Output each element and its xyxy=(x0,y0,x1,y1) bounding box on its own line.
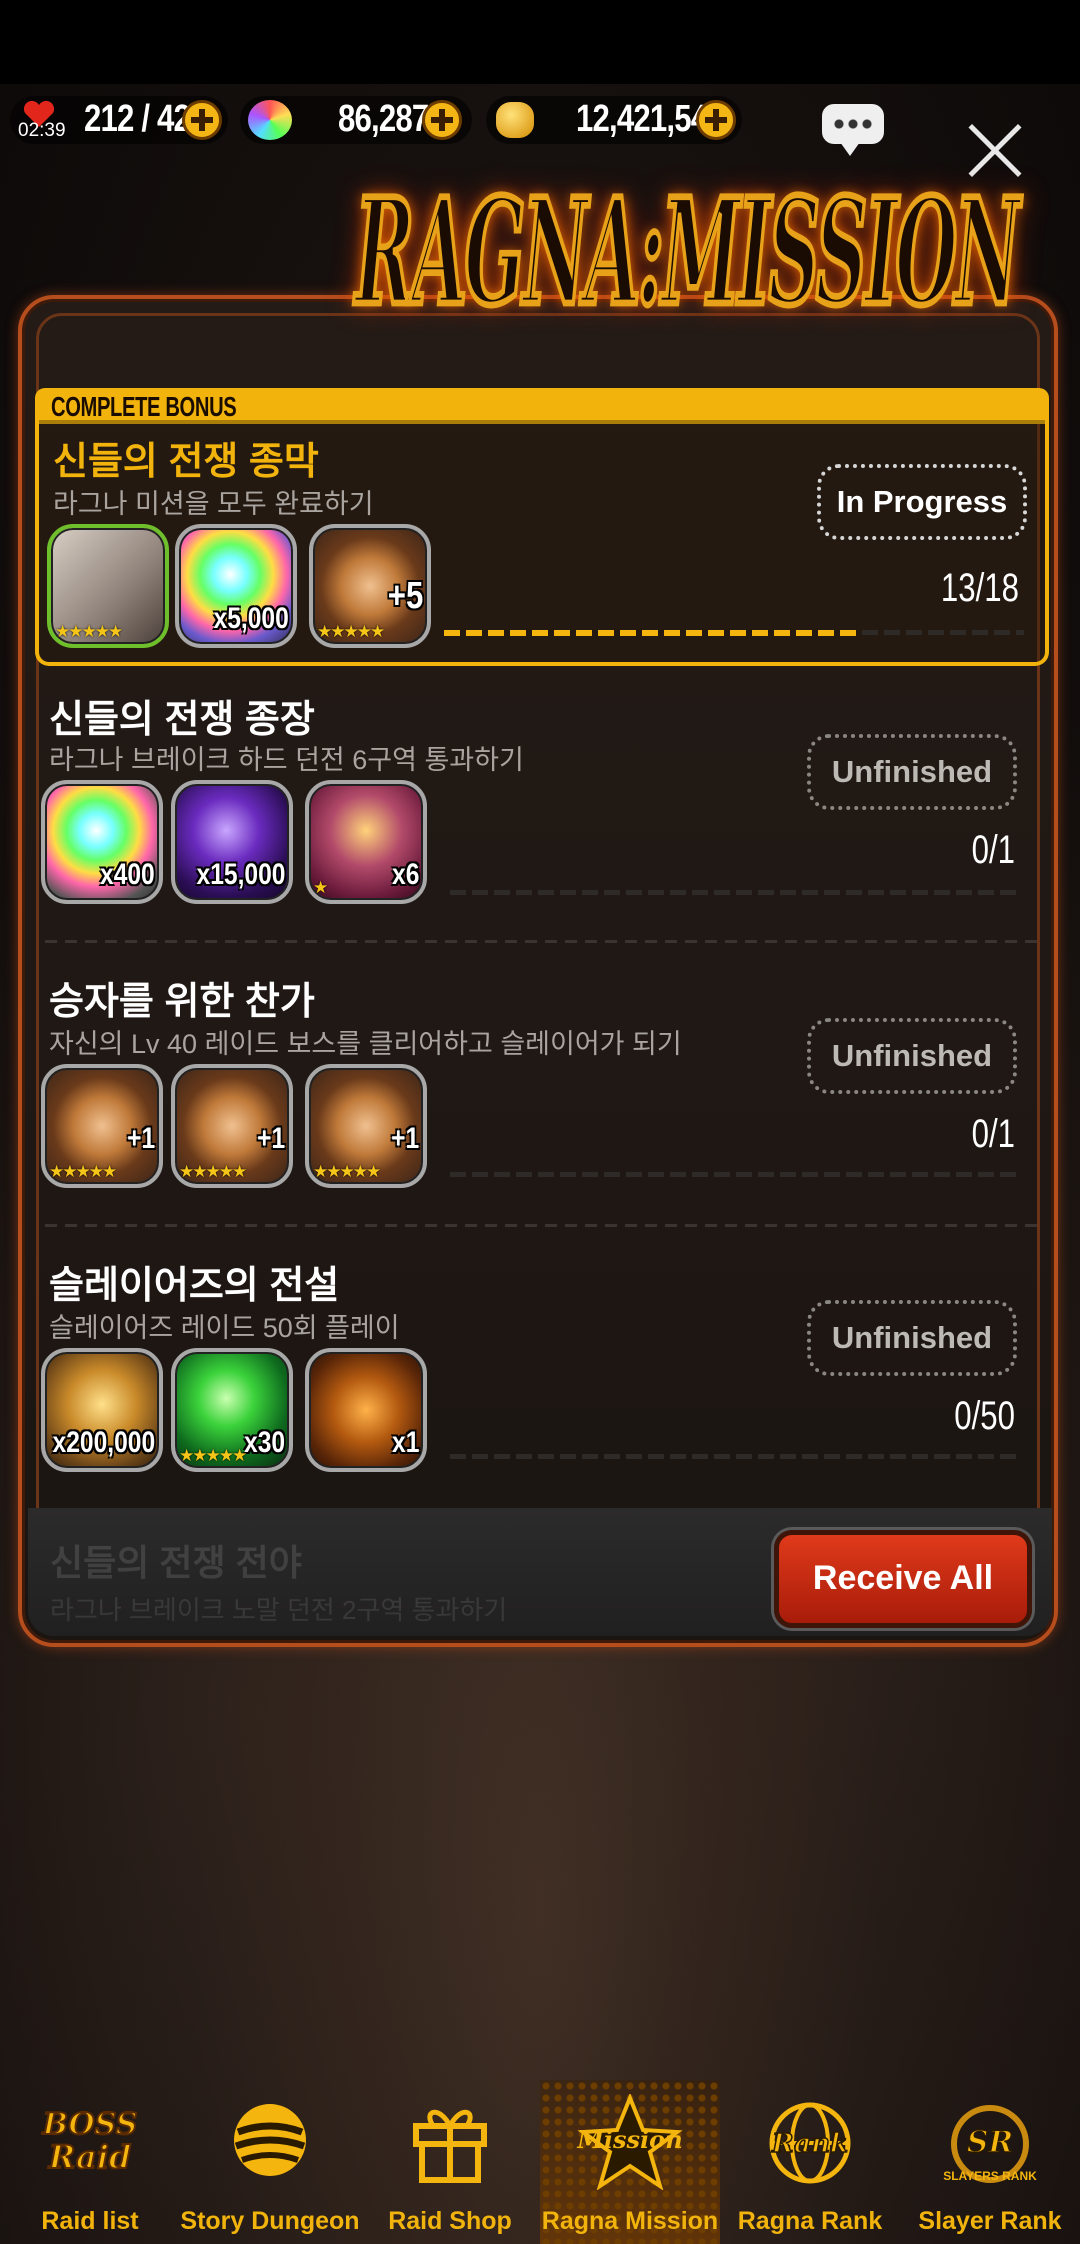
divider xyxy=(45,1224,1045,1227)
progress-track xyxy=(450,890,1020,895)
ghost-mission-title: 신들의 전쟁 전야 xyxy=(50,1542,302,1583)
nav-item-ragna-rank[interactable]: Rank Ragna Rank xyxy=(720,2080,900,2244)
reward-enhance-ring[interactable]: +1 ★★★★★ xyxy=(41,1064,163,1188)
progress-fill xyxy=(444,630,862,636)
nav-label: Slayer Rank xyxy=(918,2207,1062,2235)
divider xyxy=(45,940,1045,943)
progress-count: 0/50 xyxy=(954,1394,1015,1438)
reward-rainbow-gem[interactable]: x400 xyxy=(41,780,163,904)
nav-label: Ragna Rank xyxy=(737,2207,883,2235)
svg-text:SR: SR xyxy=(967,2125,1014,2160)
mission-title: 신들의 전쟁 종막 xyxy=(53,441,319,483)
svg-text:Rank: Rank xyxy=(771,2129,848,2159)
rainbow-gem-icon xyxy=(248,100,292,140)
progress-count: 0/1 xyxy=(971,1112,1015,1156)
add-gold-button[interactable] xyxy=(696,100,736,140)
nav-item-story-dungeon[interactable]: Story Dungeon xyxy=(180,2080,360,2244)
svg-text:BOSS: BOSS xyxy=(42,2107,138,2142)
status-badge: Unfinished xyxy=(807,734,1017,810)
reward-purple-crystal[interactable]: x15,000 xyxy=(171,780,293,904)
mission-row: 신들의 전쟁 종장 라그나 브레이크 하드 던전 6구역 통과하기 x400 x… xyxy=(35,668,1049,918)
svg-text:Mission: Mission xyxy=(576,2125,682,2154)
gems-value: 86,287 xyxy=(338,98,429,140)
add-stamina-button[interactable] xyxy=(182,100,222,140)
progress-track xyxy=(450,1172,1020,1177)
page-title: RAGNA:MISSION xyxy=(354,165,1022,342)
nav-item-raid-list[interactable]: BOSS Raid Raid list xyxy=(0,2080,180,2244)
nav-label: Raid list xyxy=(41,2207,139,2235)
complete-bonus-tab: COMPLETE BONUS xyxy=(35,388,1049,424)
gold-coin-icon xyxy=(496,102,534,138)
svg-text:SLAYERS RANK: SLAYERS RANK xyxy=(943,2169,1037,2183)
bottom-nav: BOSS Raid Raid list Story Dungeon Raid S… xyxy=(0,2080,1080,2244)
nav-label: Raid Shop xyxy=(388,2207,512,2235)
ghost-mission-desc: 라그나 브레이크 노말 던전 2구역 통과하기 xyxy=(50,1595,508,1625)
mission-desc: 라그나 미션을 모두 완료하기 xyxy=(53,489,374,519)
nav-label: Ragna Mission xyxy=(541,2207,719,2235)
story-orb-icon xyxy=(230,2100,310,2180)
nav-label: Story Dungeon xyxy=(180,2207,360,2235)
progress-count: 13/18 xyxy=(940,566,1019,610)
status-badge: In Progress xyxy=(817,464,1027,540)
reward-gold-coins[interactable]: x200,000 xyxy=(41,1348,163,1472)
boss-raid-icon: BOSS Raid xyxy=(40,2100,140,2180)
reward-character-portrait[interactable]: ★★★★★ xyxy=(47,524,169,648)
mission-star-icon: Mission xyxy=(575,2092,685,2191)
mission-desc: 라그나 브레이크 하드 던전 6구역 통과하기 xyxy=(49,745,524,775)
mission-title: 슬레이어즈의 전설 xyxy=(49,1265,340,1307)
receive-all-button[interactable]: Receive All xyxy=(774,1530,1032,1628)
status-badge: Unfinished xyxy=(807,1300,1017,1376)
reward-ticket[interactable]: x1 xyxy=(305,1348,427,1472)
progress-track xyxy=(450,1454,1020,1459)
mission-title: 신들의 전쟁 종장 xyxy=(49,699,315,741)
add-gems-button[interactable] xyxy=(422,100,462,140)
reward-green-gem[interactable]: x30 ★★★★★ xyxy=(171,1348,293,1472)
chat-icon[interactable] xyxy=(822,104,884,156)
mission-desc: 자신의 Lv 40 레이드 보스를 클리어하고 슬레이어가 되기 xyxy=(49,1029,682,1059)
reward-trophy[interactable]: x6 ★ xyxy=(305,780,427,904)
gift-box-icon xyxy=(410,2100,490,2184)
reward-enhance-ring[interactable]: +1 ★★★★★ xyxy=(305,1064,427,1188)
nav-item-ragna-mission[interactable]: Mission Ragna Mission xyxy=(540,2080,720,2244)
reward-rainbow-gem[interactable]: x5,000 xyxy=(175,524,297,648)
svg-text:Raid: Raid xyxy=(48,2138,132,2176)
mission-row: 슬레이어즈의 전설 슬레이어즈 레이드 50회 플레이 x200,000 x30… xyxy=(35,1234,1049,1484)
reward-enhance-ring[interactable]: +5 ★★★★★ xyxy=(309,524,431,648)
mission-row: 승자를 위한 찬가 자신의 Lv 40 레이드 보스를 클리어하고 슬레이어가 … xyxy=(35,950,1049,1200)
nav-item-raid-shop[interactable]: Raid Shop xyxy=(360,2080,540,2244)
mission-row-complete-bonus: 신들의 전쟁 종막 라그나 미션을 모두 완료하기 ★★★★★ x5,000 +… xyxy=(35,420,1049,666)
nav-item-slayer-rank[interactable]: SR SLAYERS RANK Slayer Rank xyxy=(900,2080,1080,2244)
mission-title: 승자를 위한 찬가 xyxy=(49,981,315,1023)
rank-globe-icon: Rank xyxy=(767,2100,853,2186)
stamina-timer: 02:39 xyxy=(18,120,66,141)
slayer-rank-icon: SR SLAYERS RANK xyxy=(942,2100,1038,2190)
progress-count: 0/1 xyxy=(971,828,1015,872)
reward-enhance-ring[interactable]: +1 ★★★★★ xyxy=(171,1064,293,1188)
mission-desc: 슬레이어즈 레이드 50회 플레이 xyxy=(49,1313,400,1343)
status-badge: Unfinished xyxy=(807,1018,1017,1094)
